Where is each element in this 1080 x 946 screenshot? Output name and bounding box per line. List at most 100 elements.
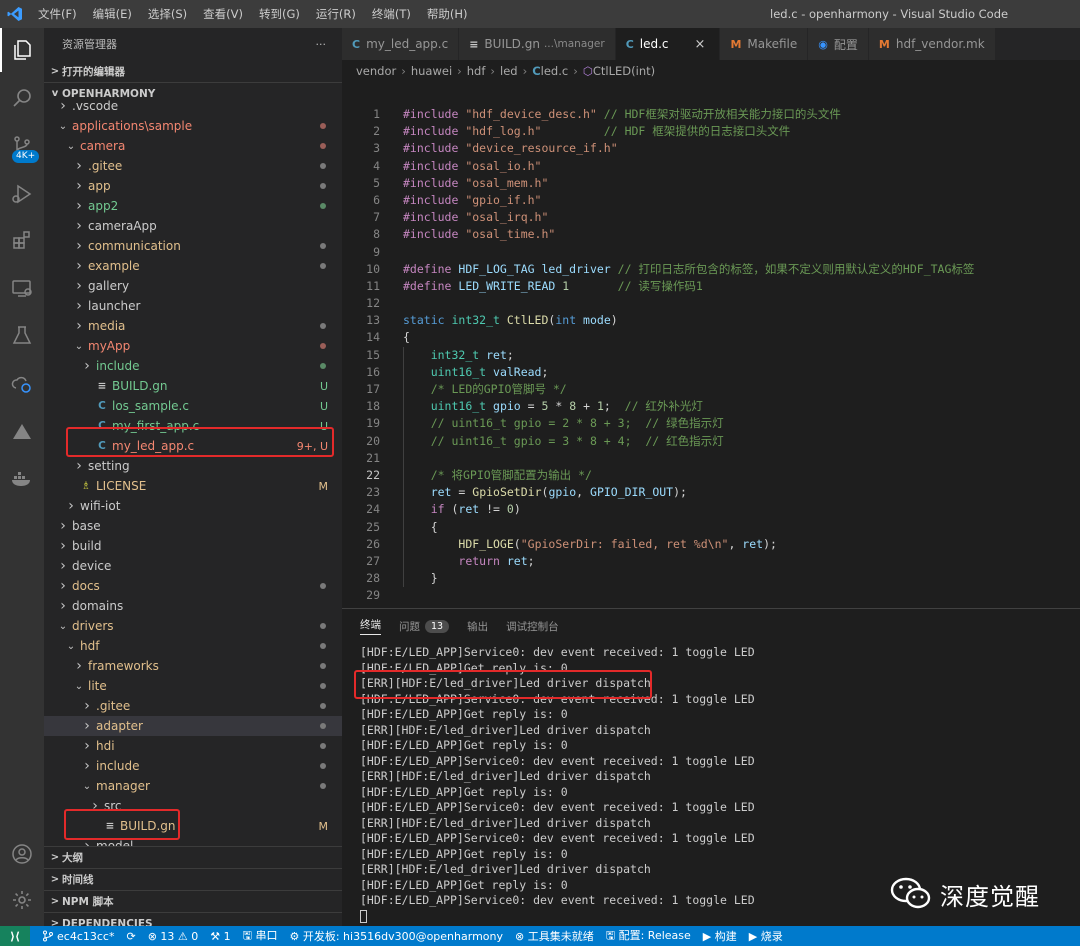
folder-item[interactable]: › wifi-iot bbox=[44, 496, 342, 516]
folder-item[interactable]: ⌄ applications\sample bbox=[44, 116, 342, 136]
folder-item[interactable]: › example bbox=[44, 256, 342, 276]
close-icon[interactable]: × bbox=[695, 37, 706, 52]
folder-item[interactable]: › base bbox=[44, 516, 342, 536]
folder-item[interactable]: › domains bbox=[44, 596, 342, 616]
tree-item-label: myApp bbox=[88, 339, 131, 353]
menu-item[interactable]: 帮助(H) bbox=[419, 0, 476, 28]
folder-item[interactable]: › app bbox=[44, 176, 342, 196]
breadcrumb-item[interactable]: led.c bbox=[541, 64, 569, 78]
deploy-icon[interactable] bbox=[0, 410, 44, 454]
panel-tab[interactable]: 输出 bbox=[467, 619, 488, 634]
account-icon[interactable] bbox=[0, 832, 44, 876]
ports-status[interactable]: ⚒ 1 bbox=[210, 930, 230, 943]
editor-tab[interactable]: ≡ BUILD.gn ...\manager bbox=[459, 28, 616, 60]
folder-item[interactable]: › frameworks bbox=[44, 656, 342, 676]
settings-gear-icon[interactable] bbox=[0, 878, 44, 922]
folder-item[interactable]: › app2 bbox=[44, 196, 342, 216]
code-token: ; bbox=[603, 399, 625, 414]
breadcrumb-item[interactable]: led bbox=[500, 64, 518, 78]
folder-item[interactable]: ⌄ drivers bbox=[44, 616, 342, 636]
remote-explorer-icon[interactable] bbox=[0, 266, 44, 310]
folder-item[interactable]: › .gitee bbox=[44, 156, 342, 176]
folder-item[interactable]: ⌄ manager bbox=[44, 776, 342, 796]
sidebar-section-2[interactable]: > NPM 脚本 bbox=[44, 890, 342, 912]
highlight-box-build-gn bbox=[64, 809, 180, 840]
sidebar-section-3[interactable]: > DEPENDENCIES bbox=[44, 912, 342, 926]
git-branch[interactable]: ec4c13cc* bbox=[42, 930, 114, 943]
file-item[interactable]: Clos_sample.c U bbox=[44, 396, 342, 416]
editor-tab[interactable]: Mhdf_vendor.mk bbox=[868, 28, 996, 60]
more-actions-icon[interactable]: ··· bbox=[316, 38, 327, 51]
panel-tab[interactable]: 调试控制台 bbox=[506, 619, 559, 634]
timeline-icon[interactable] bbox=[0, 362, 44, 406]
breadcrumb-item[interactable]: vendor bbox=[356, 64, 396, 78]
panel-tab[interactable]: 问题 13 bbox=[399, 619, 450, 634]
menu-item[interactable]: 编辑(E) bbox=[85, 0, 140, 28]
panel-tab[interactable]: 终端 bbox=[360, 617, 381, 635]
folder-item[interactable]: › communication bbox=[44, 236, 342, 256]
sidebar-section-0[interactable]: > 大纲 bbox=[44, 846, 342, 868]
flash-button[interactable]: ▶ 烧录 bbox=[749, 928, 783, 944]
menu-item[interactable]: 查看(V) bbox=[195, 0, 251, 28]
folder-item[interactable]: › media bbox=[44, 316, 342, 336]
menu-item[interactable]: 文件(F) bbox=[30, 0, 85, 28]
breadcrumb-item[interactable]: hdf bbox=[467, 64, 486, 78]
breadcrumb-item[interactable]: huawei bbox=[411, 64, 452, 78]
breadcrumb-item[interactable]: CtlLED(int) bbox=[593, 64, 655, 78]
line-number: 10 bbox=[366, 261, 380, 276]
source-control-icon[interactable]: 4K+ bbox=[0, 124, 44, 168]
extensions-icon[interactable] bbox=[0, 218, 44, 262]
board-selector[interactable]: ⚙ 开发板: hi3516dv300@openharmony bbox=[290, 928, 504, 944]
search-icon[interactable] bbox=[0, 76, 44, 120]
editor-tab[interactable]: ◉ 配置 bbox=[808, 28, 869, 60]
build-config[interactable]: 🖫 配置: Release bbox=[606, 927, 691, 946]
folder-item[interactable]: › include bbox=[44, 756, 342, 776]
folder-item[interactable]: › hdi bbox=[44, 736, 342, 756]
menu-item[interactable]: 运行(R) bbox=[308, 0, 364, 28]
folder-item[interactable]: › build bbox=[44, 536, 342, 556]
code-token: 5 bbox=[541, 399, 556, 414]
explorer-icon[interactable] bbox=[0, 28, 44, 72]
testing-icon[interactable] bbox=[0, 314, 44, 358]
chevron-right-icon: › bbox=[76, 238, 82, 254]
code-token: gpio bbox=[493, 399, 528, 414]
line-number: 14 bbox=[366, 330, 380, 345]
remote-indicator-icon[interactable]: ⟩⟨ bbox=[0, 926, 30, 946]
folder-item[interactable]: › gallery bbox=[44, 276, 342, 296]
serial-port-button[interactable]: 🖫 串口 bbox=[243, 927, 278, 946]
open-editors-section[interactable]: > 打开的编辑器 bbox=[44, 60, 342, 82]
build-button[interactable]: ▶ 构建 bbox=[703, 928, 737, 944]
editor-tab[interactable]: M Makefile bbox=[720, 28, 809, 60]
folder-item[interactable]: › include bbox=[44, 356, 342, 376]
folder-item[interactable]: › adapter bbox=[44, 716, 342, 736]
run-debug-icon[interactable] bbox=[0, 172, 44, 216]
folder-item[interactable]: › device bbox=[44, 556, 342, 576]
tab-label: BUILD.gn bbox=[484, 37, 540, 51]
problems-status[interactable]: ⊗ 13 ⚠ 0 bbox=[148, 930, 199, 943]
menu-item[interactable]: 终端(T) bbox=[364, 0, 419, 28]
terminal-line: [HDF:E/LED_APP]Get reply is: 0 bbox=[360, 846, 568, 861]
folder-item[interactable]: › setting bbox=[44, 456, 342, 476]
menu-item[interactable]: 转到(G) bbox=[251, 0, 308, 28]
folder-item[interactable]: › .gitee bbox=[44, 696, 342, 716]
folder-item[interactable]: ⌄ lite bbox=[44, 676, 342, 696]
code-text: #include "osal_time.h" bbox=[403, 226, 555, 243]
file-item[interactable]: ≡ BUILD.gn U bbox=[44, 376, 342, 396]
sidebar-section-1[interactable]: > 时间线 bbox=[44, 868, 342, 890]
folder-item[interactable]: ⌄ hdf bbox=[44, 636, 342, 656]
file-item[interactable]: ♗ LICENSE M bbox=[44, 476, 342, 496]
folder-item[interactable]: › docs bbox=[44, 576, 342, 596]
editor-tab[interactable]: Cled.c × bbox=[615, 28, 721, 60]
editor-tab[interactable]: Cmy_led_app.c bbox=[342, 28, 460, 60]
docker-icon[interactable] bbox=[0, 456, 44, 500]
code-view[interactable]: 1 #include "hdf_device_desc.h" // HDF框架对驱… bbox=[342, 106, 1080, 604]
folder-item[interactable]: › cameraApp bbox=[44, 216, 342, 236]
folder-item[interactable]: ⌄ myApp bbox=[44, 336, 342, 356]
menu-item[interactable]: 选择(S) bbox=[140, 0, 195, 28]
terminal-line: [HDF:E/LED_APP]Service0: dev event recei… bbox=[360, 645, 755, 659]
folder-item[interactable]: › launcher bbox=[44, 296, 342, 316]
folder-item[interactable]: ⌄ camera bbox=[44, 136, 342, 156]
sync-icon[interactable]: ⟳ bbox=[126, 930, 135, 943]
folder-item[interactable]: › .vscode bbox=[44, 96, 342, 116]
toolchain-status[interactable]: ⊗ 工具集未就绪 bbox=[515, 928, 594, 944]
